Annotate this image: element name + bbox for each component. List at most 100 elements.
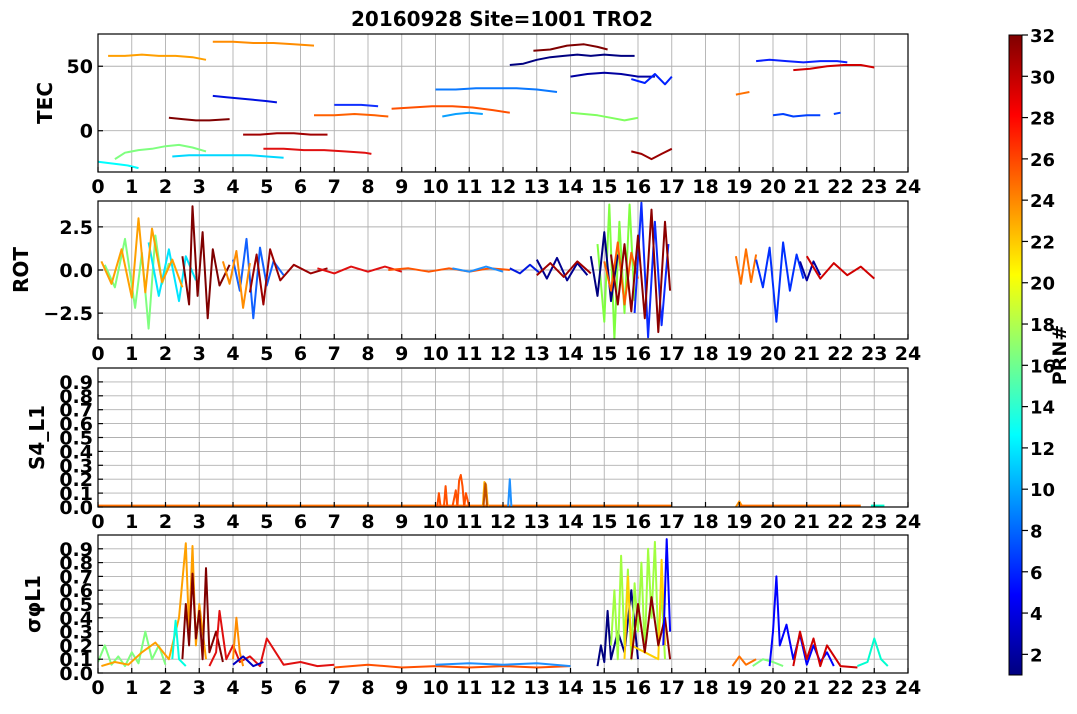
- x-tick-label: 21: [794, 343, 820, 365]
- colorbar-gradient: [1008, 34, 1023, 676]
- x-tick-label: 4: [226, 176, 239, 198]
- y-axis-label: TEC: [33, 82, 57, 124]
- x-tick-label: 0: [91, 343, 104, 365]
- colorbar-tick-label: 14: [1030, 398, 1055, 419]
- x-tick-label: 12: [490, 176, 516, 198]
- x-tick-label: 11: [456, 343, 482, 365]
- x-tick-label: 5: [260, 176, 273, 198]
- x-tick-label: 21: [794, 176, 820, 198]
- y-axis-label: S4_L1: [25, 405, 49, 470]
- x-tick-label: 1: [125, 343, 138, 365]
- x-tick-label: 2: [159, 343, 172, 365]
- x-tick-label: 13: [524, 343, 550, 365]
- colorbar-tick-label: 6: [1030, 563, 1043, 584]
- colorbar-tick-label: 28: [1030, 109, 1055, 130]
- x-tick-label: 0: [91, 677, 104, 699]
- x-tick-label: 2: [159, 511, 172, 533]
- x-tick-label: 5: [260, 511, 273, 533]
- colorbar-tick-label: 10: [1030, 480, 1055, 501]
- colorbar-tick-label: 26: [1030, 150, 1055, 171]
- colorbar-tick-label: 4: [1030, 604, 1043, 625]
- colorbar-tick-label: 8: [1030, 521, 1043, 542]
- x-tick-label: 21: [794, 511, 820, 533]
- x-tick-label: 24: [895, 176, 921, 198]
- x-tick-label: 15: [591, 176, 617, 198]
- x-tick-label: 11: [456, 511, 482, 533]
- x-tick-label: 7: [328, 511, 341, 533]
- x-tick-label: 12: [490, 343, 516, 365]
- x-tick-label: 21: [794, 677, 820, 699]
- x-tick-label: 8: [361, 176, 374, 198]
- sigma-phi-panel: 0 1 2 3 4 5 6 7 8 9 10 11 12 13 14 15 16 17 18 19 20 21 22 23 24…: [21, 534, 921, 699]
- tec-panel: 0 1 2 3 4 5 6 7 8 9 10 11 12 13 14 15 16 17 18 19 20 21 22 23 24…: [33, 33, 921, 198]
- x-tick-label: 17: [659, 511, 685, 533]
- x-tick-label: 19: [726, 511, 752, 533]
- x-tick-label: 6: [294, 343, 307, 365]
- x-tick-label: 17: [659, 343, 685, 365]
- x-tick-label: 23: [861, 176, 887, 198]
- x-tick-label: 15: [591, 511, 617, 533]
- x-tick-label: 5: [260, 343, 273, 365]
- series-line: [833, 111, 841, 115]
- x-tick-label: 3: [193, 176, 206, 198]
- x-tick-label: 6: [294, 511, 307, 533]
- x-tick-label: 7: [328, 176, 341, 198]
- x-tick-label: 12: [490, 511, 516, 533]
- x-tick-label: 14: [557, 511, 583, 533]
- x-tick-label: 10: [422, 343, 448, 365]
- x-tick-label: 4: [226, 511, 239, 533]
- colorbar-label: PRN#: [1049, 325, 1071, 385]
- x-tick-label: 19: [726, 677, 752, 699]
- x-tick-label: 9: [395, 677, 408, 699]
- x-tick-label: 20: [760, 511, 786, 533]
- x-tick-label: 5: [260, 677, 273, 699]
- x-tick-label: 16: [625, 343, 651, 365]
- x-tick-label: 17: [659, 176, 685, 198]
- x-tick-label: 14: [557, 176, 583, 198]
- x-tick-label: 0: [91, 511, 104, 533]
- colorbar-tick-label: 30: [1030, 67, 1055, 88]
- x-tick-label: 6: [294, 176, 307, 198]
- y-tick-label: −2.5: [43, 303, 93, 325]
- x-tick-label: 18: [692, 343, 718, 365]
- rot-panel: 0 1 2 3 4 5 6 7 8 9 10 11 12 13 14 15 16 17 18 19 20 21 22 23 24…: [9, 200, 921, 365]
- x-tick-label: 18: [692, 176, 718, 198]
- x-tick-label: 9: [395, 176, 408, 198]
- x-tick-label: 17: [659, 677, 685, 699]
- x-tick-label: 4: [226, 677, 239, 699]
- colorbar-tick-label: 2: [1030, 645, 1043, 666]
- x-tick-label: 7: [328, 343, 341, 365]
- x-tick-label: 8: [361, 511, 374, 533]
- colorbar-tick-label: 32: [1030, 26, 1055, 47]
- x-tick-label: 9: [395, 343, 408, 365]
- y-tick-label: 50: [67, 56, 93, 78]
- x-tick-label: 22: [827, 343, 853, 365]
- x-tick-label: 14: [557, 677, 583, 699]
- figure-canvas: 20160928 Site=1001 TRO2 0 1 2 3 4 5 6 7 8 9 10 11 12…: [9, 7, 1071, 699]
- x-tick-label: 2: [159, 677, 172, 699]
- x-tick-label: 24: [895, 677, 921, 699]
- x-tick-label: 20: [760, 677, 786, 699]
- x-tick-label: 1: [125, 511, 138, 533]
- colorbar-tick-label: 22: [1030, 232, 1055, 253]
- x-tick-label: 23: [861, 343, 887, 365]
- x-tick-label: 19: [726, 343, 752, 365]
- x-tick-label: 4: [226, 343, 239, 365]
- y-tick-label: 0: [80, 121, 93, 143]
- x-tick-label: 0: [91, 176, 104, 198]
- x-tick-label: 10: [422, 176, 448, 198]
- x-tick-label: 12: [490, 677, 516, 699]
- s4-panel: 0 1 2 3 4 5 6 7 8 9 10 11 12 13 14 15 16 17 18 19 20 21 22 23 24…: [25, 367, 921, 533]
- x-tick-label: 22: [827, 677, 853, 699]
- x-tick-label: 3: [193, 343, 206, 365]
- x-tick-label: 11: [456, 677, 482, 699]
- x-tick-label: 16: [625, 677, 651, 699]
- y-axis-label: σφL1: [21, 575, 45, 633]
- x-tick-label: 10: [422, 677, 448, 699]
- y-tick-label: 0.0: [59, 260, 93, 282]
- x-tick-label: 23: [861, 511, 887, 533]
- x-tick-label: 9: [395, 511, 408, 533]
- x-tick-label: 16: [625, 511, 651, 533]
- x-tick-label: 13: [524, 176, 550, 198]
- x-tick-label: 6: [294, 677, 307, 699]
